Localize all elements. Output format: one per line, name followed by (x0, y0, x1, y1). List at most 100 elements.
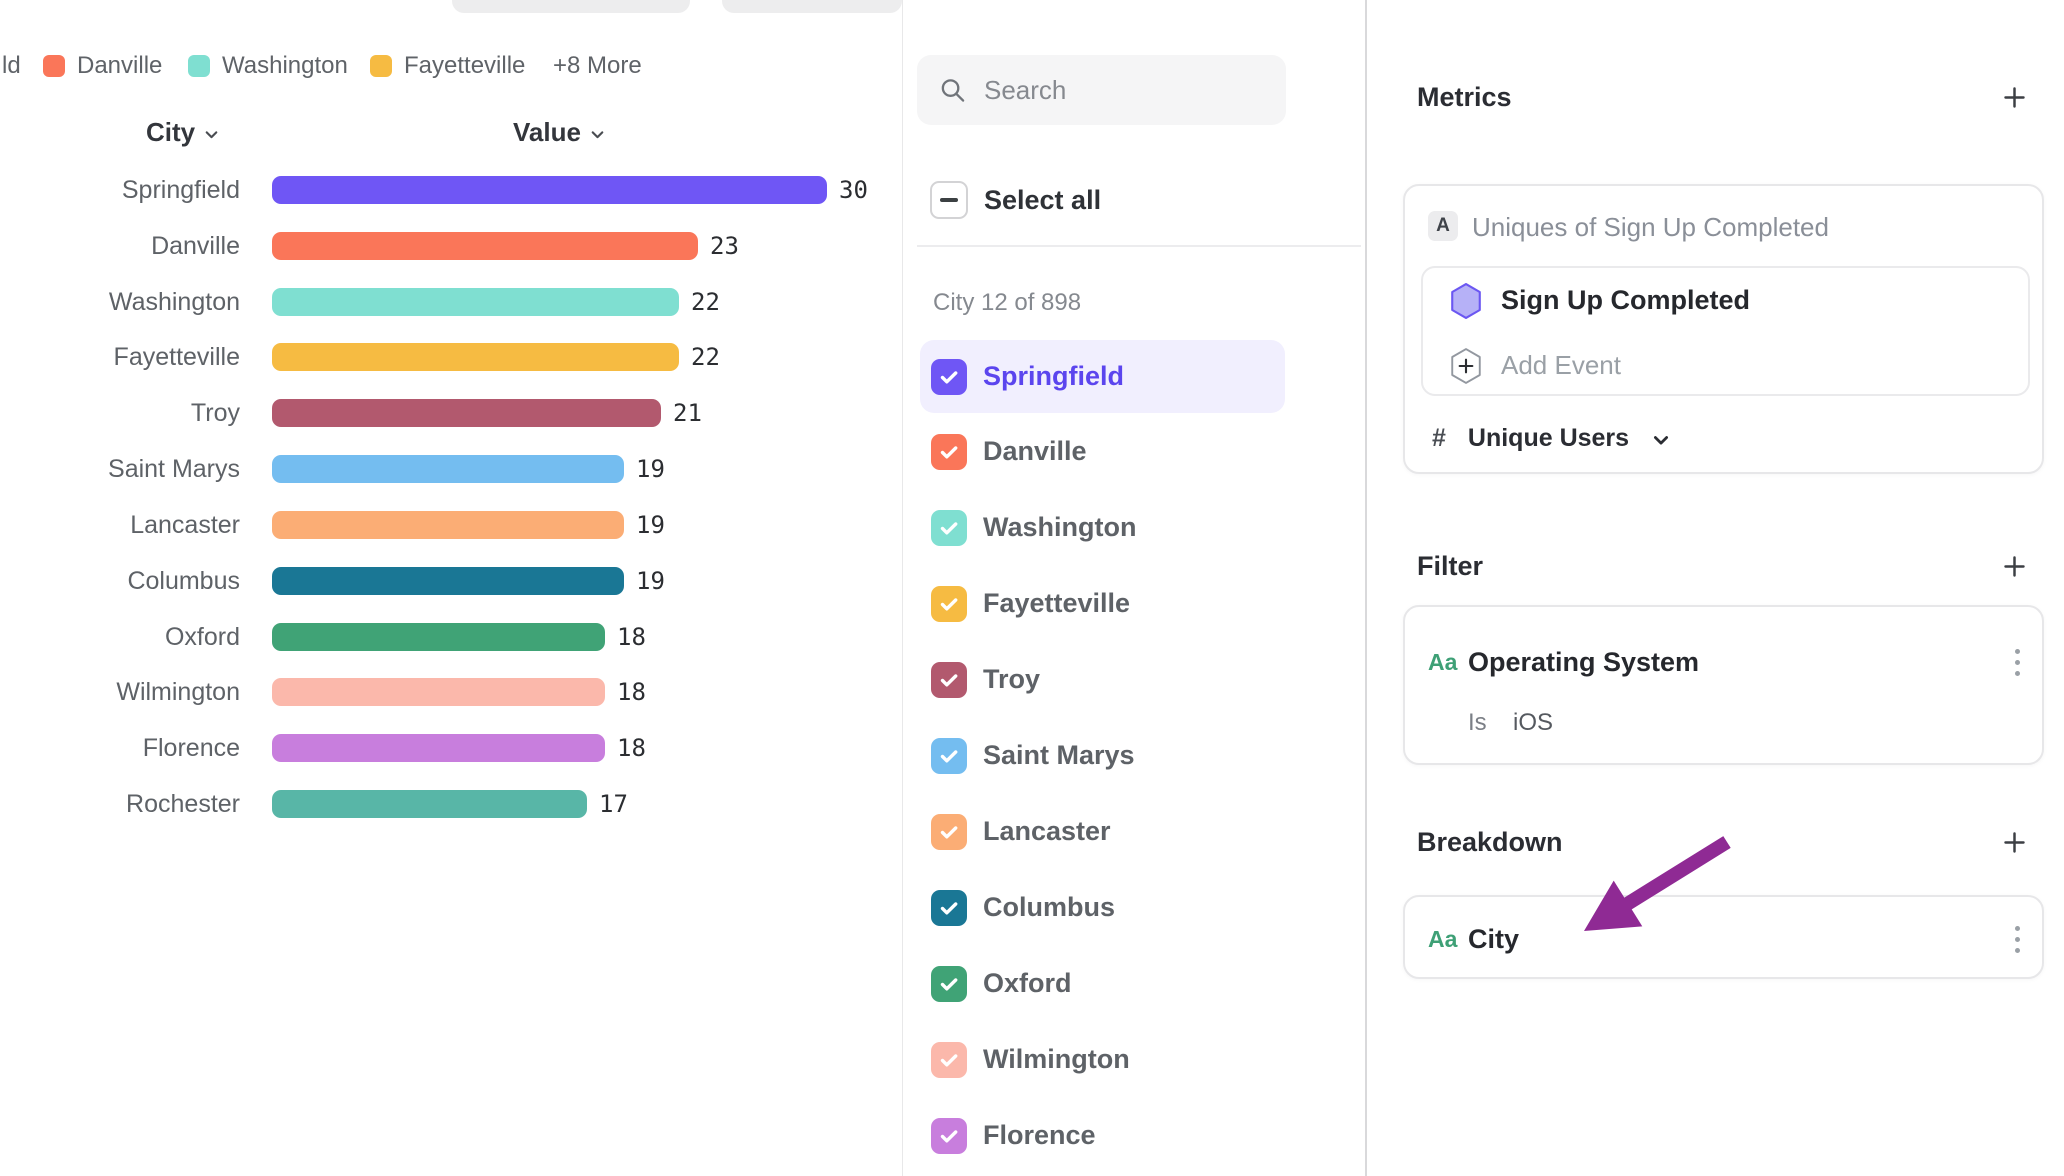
breakdown-options-kebab-icon[interactable] (2000, 917, 2034, 961)
column-header-value-label: Value (513, 117, 581, 148)
bar[interactable] (272, 399, 661, 427)
chart-row: Lancaster 19 (0, 497, 903, 553)
plus-icon (2001, 84, 2028, 111)
city-list-item[interactable]: Danville (920, 415, 1285, 488)
divider (917, 245, 1361, 247)
city-list-item[interactable]: Florence (920, 1099, 1285, 1172)
legend-item-truncated[interactable]: ld (2, 53, 21, 79)
city-list-item[interactable]: Lancaster (920, 795, 1285, 868)
bar-value-label: 22 (691, 329, 720, 385)
breakdown-property-label[interactable]: City (1468, 924, 1519, 955)
bar-value-label: 19 (636, 441, 665, 497)
event-card: Sign Up Completed Add Event (1421, 266, 2030, 396)
add-event-row[interactable]: Add Event (1423, 333, 2028, 398)
city-list-item[interactable]: Wilmington (920, 1023, 1285, 1096)
filter-options-kebab-icon[interactable] (2000, 640, 2034, 684)
bar[interactable] (272, 623, 605, 651)
checkbox-checked[interactable] (931, 510, 967, 546)
filter-operator[interactable]: Is (1468, 709, 1487, 737)
chart-row: Wilmington 18 (0, 664, 903, 720)
bar[interactable] (272, 511, 624, 539)
select-all-label: Select all (984, 185, 1101, 216)
bar[interactable] (272, 678, 605, 706)
text-property-type-icon: Aa (1428, 649, 1457, 676)
city-item-label: Lancaster (983, 816, 1111, 847)
bar-value-label: 19 (636, 553, 665, 609)
bar[interactable] (272, 343, 679, 371)
annotation-arrow (1367, 0, 2064, 1176)
add-breakdown-button[interactable] (1997, 825, 2031, 859)
city-item-label: Danville (983, 436, 1087, 467)
bar-value-label: 22 (691, 274, 720, 330)
legend-swatch (370, 55, 392, 77)
bar[interactable] (272, 232, 698, 260)
filter-property-label[interactable]: Operating System (1468, 647, 1699, 678)
checkbox-checked[interactable] (931, 359, 967, 395)
legend-more-label[interactable]: +8 More (553, 53, 642, 79)
chart-row: Troy 21 (0, 385, 903, 441)
chart-row: Danville 23 (0, 218, 903, 274)
city-item-label: Saint Marys (983, 740, 1135, 771)
checkbox-checked[interactable] (931, 1042, 967, 1078)
bar[interactable] (272, 176, 827, 204)
chart-row: Springfield 30 (0, 162, 903, 218)
bar-category-label: Wilmington (0, 664, 240, 720)
city-item-label: Wilmington (983, 1044, 1130, 1075)
check-icon (937, 1124, 961, 1148)
column-header-city[interactable]: City (146, 117, 220, 148)
add-event-hexagon-icon (1450, 348, 1482, 384)
plus-icon (2001, 553, 2028, 580)
checkbox-checked[interactable] (931, 662, 967, 698)
checkbox-checked[interactable] (931, 586, 967, 622)
bar-category-label: Danville (0, 218, 240, 274)
check-icon (937, 365, 961, 389)
filter-value[interactable]: iOS (1513, 709, 1553, 737)
legend-item[interactable]: Washington (188, 53, 348, 79)
legend-item[interactable]: Fayetteville (370, 53, 525, 79)
check-icon (937, 516, 961, 540)
search-box[interactable] (917, 55, 1286, 125)
check-icon (937, 668, 961, 692)
city-list-item[interactable]: Saint Marys (920, 719, 1285, 792)
search-input[interactable] (984, 75, 1264, 106)
bar[interactable] (272, 288, 679, 316)
column-header-value[interactable]: Value (513, 117, 606, 148)
bar[interactable] (272, 790, 587, 818)
add-filter-button[interactable] (1997, 549, 2031, 583)
checkbox-checked[interactable] (931, 738, 967, 774)
select-all-row[interactable]: Select all (930, 181, 1101, 219)
filter-section-title: Filter (1417, 551, 1483, 582)
chart-row: Fayetteville 22 (0, 329, 903, 385)
checkbox-checked[interactable] (931, 434, 967, 470)
bar[interactable] (272, 455, 624, 483)
add-event-label: Add Event (1501, 350, 1621, 381)
city-list-item[interactable]: Columbus (920, 871, 1285, 944)
checkbox-checked[interactable] (931, 890, 967, 926)
city-list-item[interactable]: Springfield (920, 340, 1285, 413)
metrics-section-title: Metrics (1417, 82, 1512, 113)
city-list-item[interactable]: Oxford (920, 947, 1285, 1020)
chart-row: Oxford 18 (0, 609, 903, 665)
checkbox-checked[interactable] (931, 1118, 967, 1154)
city-list-item[interactable]: Fayetteville (920, 567, 1285, 640)
legend-item[interactable]: Danville (43, 53, 162, 79)
bar[interactable] (272, 734, 605, 762)
bar-category-label: Oxford (0, 609, 240, 665)
city-list-item[interactable]: Troy (920, 643, 1285, 716)
bar[interactable] (272, 567, 624, 595)
check-icon (937, 820, 961, 844)
aggregation-dropdown[interactable]: # Unique Users (1432, 416, 1671, 460)
legend-label: Washington (222, 52, 348, 80)
event-row[interactable]: Sign Up Completed (1423, 268, 2028, 333)
bar-category-label: Saint Marys (0, 441, 240, 497)
bar-value-label: 21 (673, 385, 702, 441)
minus-icon (940, 198, 958, 202)
city-list-item[interactable]: Washington (920, 491, 1285, 564)
checkbox-indeterminate[interactable] (930, 181, 968, 219)
legend-label: Fayetteville (404, 52, 525, 80)
query-builder-panel: Metrics A Uniques of Sign Up Completed S… (1367, 0, 2064, 1176)
checkbox-checked[interactable] (931, 814, 967, 850)
checkbox-checked[interactable] (931, 966, 967, 1002)
legend-swatch (188, 55, 210, 77)
add-metric-button[interactable] (1997, 80, 2031, 114)
